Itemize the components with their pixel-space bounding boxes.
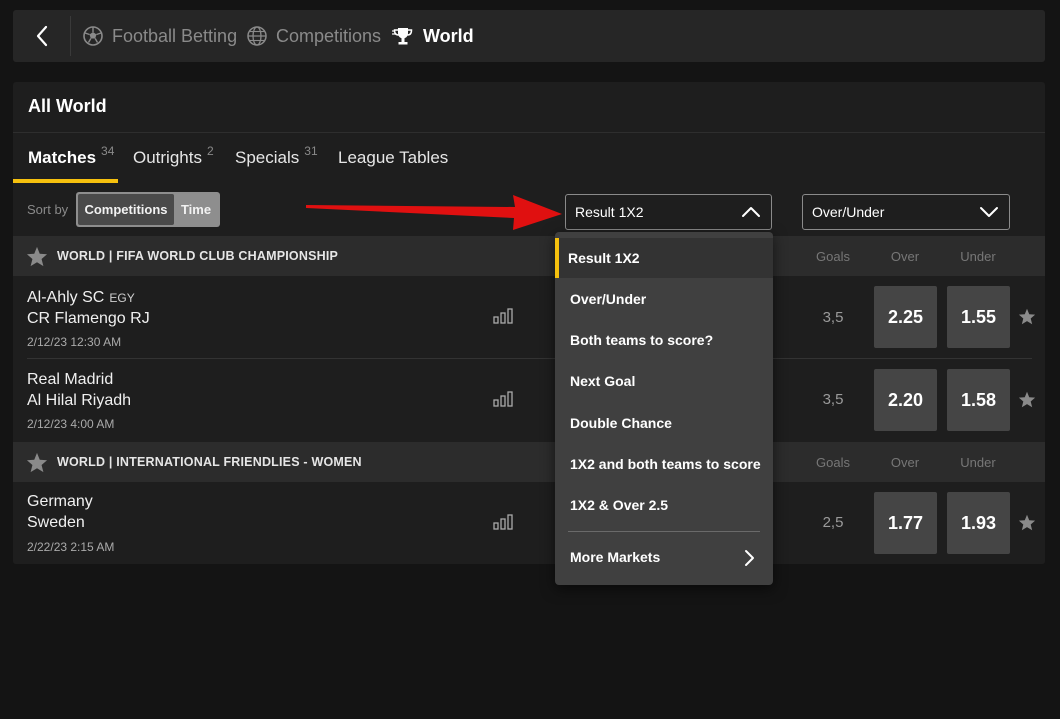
goals-line: 2,5 (822, 514, 844, 531)
stats-bars-icon[interactable] (493, 514, 515, 530)
market-dropdown-menu: Result 1X2 Over/Under Both teams to scor… (555, 232, 773, 585)
column-header-under: Under (960, 249, 996, 264)
odds-over-button[interactable]: 2.20 (874, 369, 937, 431)
dropdown-item-double-chance[interactable]: Double Chance (555, 403, 773, 443)
tab-specials[interactable]: Specials 31 (235, 133, 318, 183)
odds-under-button[interactable]: 1.93 (947, 492, 1010, 554)
chevron-down-icon (980, 207, 998, 217)
competition-header: WORLD | FIFA WORLD CLUB CHAMPIONSHIP Goa… (13, 236, 1045, 276)
competition-header: WORLD | INTERNATIONAL FRIENDLIES - WOMEN… (13, 442, 1045, 482)
match-row[interactable]: Al-Ahly SC EGY CR Flamengo RJ 2/12/23 12:… (13, 276, 1045, 358)
column-header-under: Under (960, 455, 996, 470)
column-header-goals: Goals (816, 249, 850, 264)
match-time: 2/12/23 4:00 AM (27, 417, 115, 431)
breadcrumb-football-betting[interactable]: Football Betting (83, 10, 237, 62)
odds-over-button[interactable]: 2.25 (874, 286, 937, 348)
sort-label: Sort by (27, 202, 69, 217)
star-icon[interactable] (1018, 308, 1036, 325)
market-select-1[interactable]: Result 1X2 (565, 194, 772, 230)
competition-title: WORLD | FIFA WORLD CLUB CHAMPIONSHIP (57, 249, 339, 263)
tab-count: 34 (101, 144, 115, 158)
odds-under-button[interactable]: 1.55 (947, 286, 1010, 348)
tab-label: League Tables (338, 148, 449, 167)
chevron-left-icon (36, 25, 48, 47)
dropdown-item-both-teams-score[interactable]: Both teams to score? (555, 320, 773, 360)
tab-count: 31 (304, 144, 318, 158)
chevron-right-icon (745, 550, 754, 566)
star-icon[interactable] (1018, 391, 1036, 408)
sort-option-time[interactable]: Time (174, 194, 218, 225)
breadcrumb-label: World (423, 25, 474, 46)
breadcrumb-world[interactable]: World (392, 10, 474, 62)
top-navigation-bar: Football Betting Competitions World (13, 10, 1045, 62)
column-header-goals: Goals (816, 455, 850, 470)
dropdown-item-next-goal[interactable]: Next Goal (555, 361, 773, 401)
goals-line: 3,5 (822, 391, 844, 408)
tab-label: Specials (235, 148, 300, 167)
dropdown-item-1x2-over-2-5[interactable]: 1X2 & Over 2.5 (555, 485, 773, 525)
annotation-arrow-icon (306, 195, 562, 230)
matches-panel: All World Matches 34 Outrights 2 Specials 3… (13, 82, 1045, 564)
market-select-value: Result 1X2 (575, 204, 644, 220)
chevron-up-icon (742, 207, 760, 217)
stats-bars-icon[interactable] (493, 391, 515, 407)
match-time: 2/22/23 2:15 AM (27, 540, 115, 554)
star-icon[interactable] (26, 452, 48, 473)
market-select-2[interactable]: Over/Under (802, 194, 1010, 230)
trophy-icon (392, 28, 413, 45)
globe-icon (247, 26, 267, 46)
back-button[interactable] (13, 10, 71, 62)
breadcrumb-label: Football Betting (112, 25, 238, 46)
breadcrumb-competitions[interactable]: Competitions (247, 10, 381, 62)
home-team: Al-Ahly SC EGY (27, 289, 135, 306)
odds-under-button[interactable]: 1.58 (947, 369, 1010, 431)
stats-bars-icon[interactable] (493, 308, 515, 324)
away-team: CR Flamengo RJ (27, 310, 150, 327)
dropdown-divider (568, 531, 760, 532)
home-team: Real Madrid (27, 371, 114, 388)
dropdown-item-result-1x2[interactable]: Result 1X2 (555, 238, 773, 278)
away-team: Al Hilal Riyadh (27, 392, 132, 409)
country-code: EGY (109, 291, 135, 305)
match-row[interactable]: Real Madrid Al Hilal Riyadh 2/12/23 4:00… (13, 359, 1045, 441)
dropdown-item-over-under[interactable]: Over/Under (555, 279, 773, 319)
away-team: Sweden (27, 514, 85, 531)
page-title: All World (28, 96, 107, 116)
sort-toggle: Competitions Time (76, 192, 220, 227)
tab-count: 2 (206, 144, 214, 158)
star-icon[interactable] (26, 246, 48, 267)
tab-outrights[interactable]: Outrights 2 (133, 133, 214, 183)
tab-matches[interactable]: Matches 34 (28, 133, 114, 183)
tab-bar: Matches 34 Outrights 2 Specials 31 League T… (13, 133, 1045, 183)
goals-line: 3,5 (822, 309, 844, 326)
tab-label: Outrights (133, 148, 202, 167)
sort-option-competitions[interactable]: Competitions (78, 194, 174, 225)
match-row[interactable]: Germany Sweden 2/22/23 2:15 AM 2,5 1.77 … (13, 482, 1045, 564)
dropdown-item-more-markets[interactable]: More Markets (555, 537, 773, 577)
competition-title: WORLD | INTERNATIONAL FRIENDLIES - WOMEN (57, 455, 362, 469)
odds-over-button[interactable]: 1.77 (874, 492, 937, 554)
dropdown-item-1x2-btts[interactable]: 1X2 and both teams to score (555, 444, 773, 484)
home-team: Germany (27, 493, 93, 510)
column-header-over: Over (890, 455, 920, 470)
tab-label: Matches (28, 148, 97, 167)
star-icon[interactable] (1018, 514, 1036, 531)
breadcrumb-label: Competitions (276, 25, 382, 46)
match-time: 2/12/23 12:30 AM (27, 335, 122, 349)
column-header-over: Over (890, 249, 920, 264)
nav-divider (70, 16, 71, 56)
tab-league-tables[interactable]: League Tables (338, 133, 448, 183)
football-icon (83, 26, 103, 46)
market-select-value: Over/Under (812, 204, 885, 220)
